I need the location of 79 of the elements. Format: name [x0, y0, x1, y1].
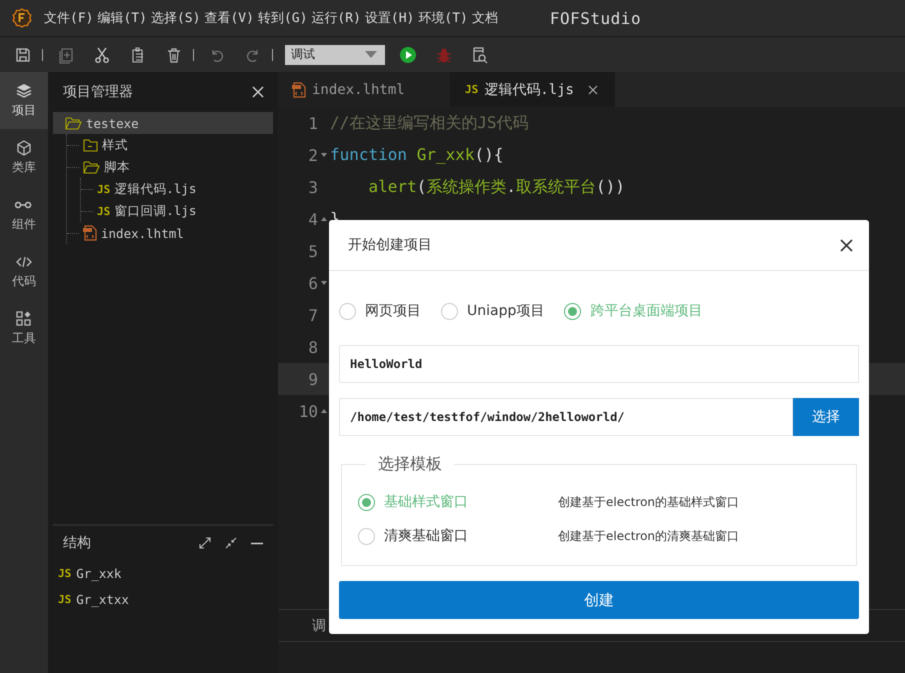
fold-caret-icon[interactable] — [321, 153, 327, 157]
app-title: FOFStudio — [550, 8, 642, 28]
menu-item[interactable]: 文件(F) — [42, 9, 96, 27]
radio-option[interactable]: 清爽基础窗口 — [358, 527, 558, 545]
option-description: 创建基于electron的基础样式窗口 — [558, 494, 740, 510]
mode-select[interactable]: 调试 — [285, 44, 385, 64]
path-field[interactable]: /home/test/testfof/window/2helloworld/ — [339, 398, 793, 436]
line-number: 3 — [308, 178, 318, 196]
html-file-icon — [292, 82, 306, 98]
activity-tab[interactable]: 项目 — [0, 72, 48, 129]
menu-item[interactable]: 转到(G) — [256, 9, 310, 27]
activity-tab[interactable]: 类库 — [0, 129, 48, 186]
file-type-label: JS — [58, 592, 72, 606]
fold-caret-icon[interactable] — [321, 409, 327, 413]
link-icon — [15, 202, 32, 208]
code-text: //在这里编写相关的JS代码 — [330, 114, 529, 132]
tree-item[interactable]: 样式 — [67, 134, 273, 156]
grid-icon — [16, 311, 31, 326]
option-description: 创建基于electron的清爽基础窗口 — [558, 528, 740, 544]
app-logo-icon — [12, 8, 32, 28]
project-name-field[interactable]: HelloWorld — [339, 345, 859, 383]
line-number: 7 — [308, 306, 318, 324]
open-folder-icon — [83, 160, 100, 174]
code-text: function Gr_xxk(){ — [330, 146, 504, 164]
group-legend: 选择模板 — [366, 454, 454, 475]
folder-icon — [83, 138, 98, 152]
file-type-label: JS — [97, 182, 110, 196]
menu-item[interactable]: 查看(V) — [202, 9, 256, 27]
minimize-icon[interactable] — [251, 542, 263, 544]
line-number: 2 — [308, 146, 318, 164]
cube-icon — [17, 140, 31, 156]
file-type-label: JS — [58, 566, 72, 580]
editor-tab[interactable]: index.lhtml — [278, 72, 450, 107]
code-text: alert(系统操作类.取系统平台()) — [368, 178, 625, 196]
editor-tab[interactable]: JS 逻辑代码.ljs — [450, 72, 615, 107]
fold-caret-icon[interactable] — [321, 281, 327, 285]
menu-item[interactable]: 环境(T) — [416, 9, 470, 27]
tree-item[interactable]: 脚本 — [67, 156, 273, 178]
open-folder-icon — [65, 116, 82, 130]
collapse-icon[interactable] — [225, 537, 237, 549]
create-button[interactable]: 创建 — [339, 581, 859, 619]
close-icon[interactable] — [840, 238, 853, 252]
tree-item[interactable]: testexe — [53, 112, 273, 134]
menu-item[interactable]: 文档 — [470, 9, 500, 27]
fold-caret-icon[interactable] — [321, 217, 327, 221]
line-number: 4 — [308, 210, 318, 228]
activity-tab[interactable]: 代码 — [0, 243, 48, 300]
tree-item[interactable]: JS 窗口回调.ljs — [81, 200, 273, 222]
activity-tab[interactable]: 组件 — [0, 186, 48, 243]
line-number: 6 — [308, 274, 318, 292]
line-number: 5 — [308, 242, 318, 260]
outline-item[interactable]: JS Gr_xtxx — [53, 586, 273, 612]
expand-icon[interactable] — [199, 537, 211, 549]
line-number: 10 — [298, 402, 318, 420]
line-number: 9 — [308, 370, 318, 388]
dropdown-caret-icon — [365, 51, 377, 58]
menu-item[interactable]: 设置(H) — [362, 9, 416, 27]
radio-option[interactable]: 网页项目 — [339, 302, 421, 320]
file-type-label: JS — [97, 204, 110, 218]
panel-title: 项目管理器 — [63, 83, 133, 101]
panel-title: 结构 — [63, 534, 91, 552]
file-type-label: JS — [465, 83, 478, 96]
outline-item[interactable]: JS Gr_xxk — [53, 560, 273, 586]
menu-item[interactable]: 编辑(T) — [95, 9, 149, 27]
choose-button[interactable]: 选择 — [793, 398, 859, 436]
layers-icon — [16, 84, 32, 98]
close-icon[interactable] — [588, 84, 598, 94]
tree-item[interactable]: JS 逻辑代码.ljs — [81, 178, 273, 200]
code-icon — [16, 256, 32, 268]
activity-tab[interactable]: 工具 — [0, 300, 48, 357]
tree-item[interactable]: index.lhtml — [67, 222, 273, 244]
panel-tab[interactable]: 调 — [312, 616, 326, 634]
line-number: 1 — [308, 114, 318, 132]
menu-item[interactable]: 运行(R) — [309, 9, 363, 27]
html-file-icon — [83, 225, 97, 241]
dialog-title: 开始创建项目 — [348, 236, 432, 254]
menu-item[interactable]: 选择(S) — [148, 9, 202, 27]
line-number: 8 — [308, 338, 318, 356]
radio-option[interactable]: Uniapp项目 — [441, 302, 544, 320]
